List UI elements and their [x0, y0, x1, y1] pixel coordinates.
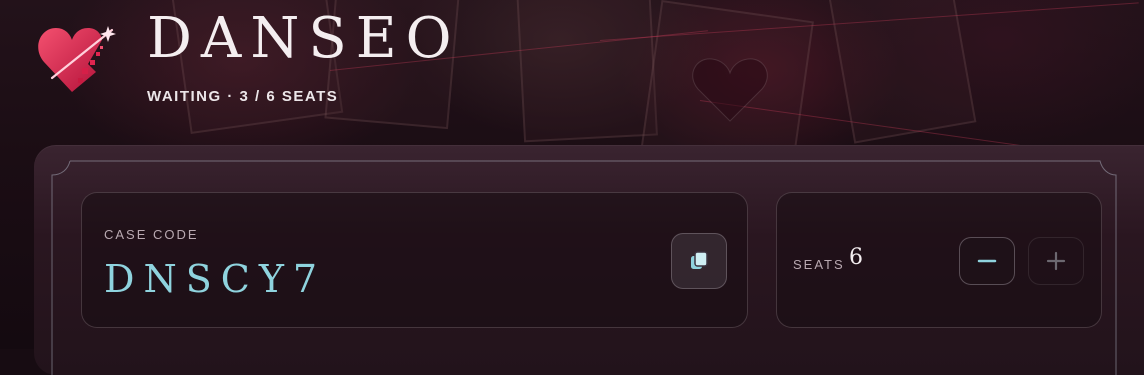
- copy-code-button[interactable]: [671, 233, 727, 289]
- plus-icon: [1046, 251, 1066, 271]
- background-heart-icon: [692, 58, 768, 122]
- case-code-card: CASE CODE DNSCY7: [81, 192, 748, 328]
- increase-seats-button[interactable]: [1028, 237, 1084, 285]
- decrease-seats-button[interactable]: [959, 237, 1015, 285]
- broken-heart-logo-icon: [38, 26, 116, 92]
- room-status: WAITING · 3 / 6 SEATS: [147, 88, 339, 105]
- app-title: DANSEO: [147, 6, 461, 71]
- seats-label: SEATS: [793, 257, 845, 272]
- seats-value: 6: [849, 245, 863, 270]
- case-code-label: CASE CODE: [104, 227, 199, 242]
- seats-card: SEATS 6: [776, 192, 1102, 328]
- case-code-value: DNSCY7: [104, 257, 327, 301]
- minus-icon: [977, 259, 997, 263]
- copy-icon: [691, 251, 708, 269]
